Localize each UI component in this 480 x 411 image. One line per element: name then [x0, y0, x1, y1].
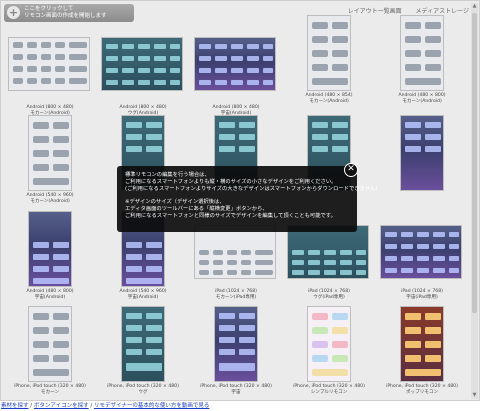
vertical-scrollbar[interactable]: ▲ ▼ [471, 3, 478, 399]
scroll-up-arrow[interactable]: ▲ [471, 3, 478, 10]
notice-line: ご利用になるスマートフォンよりも縦・横のサイズの小さなデザインをご利用ください。 [125, 179, 337, 185]
create-remote-label-2: リモコン画面の作成を開始します [24, 13, 107, 19]
layout-template[interactable]: iPhone, iPod touch (320 × 480) 宇宙 [192, 306, 280, 400]
template-thumbnail [121, 306, 165, 382]
layout-template[interactable]: iPhone, iPod touch (320 × 480) ポップリモコン [378, 306, 466, 400]
layout-template[interactable]: Android (480 × 800) 宇宙(Android) [6, 211, 94, 306]
template-caption: iPhone, iPod touch (320 × 480) ポップリモコン [386, 384, 458, 395]
layout-template[interactable]: iPhone, iPod touch (320 × 480) ウグ [99, 306, 187, 400]
template-caption: iPhone, iPod touch (320 × 480) 宇宙 [200, 384, 272, 395]
template-thumbnail [101, 37, 183, 91]
notice-line: (ご利用になるスマートフォンよりサイズの大きなデザインはスマートフォンからダウン… [125, 186, 378, 192]
template-thumbnail [307, 15, 351, 91]
template-thumbnail [400, 15, 444, 91]
layout-template[interactable]: Android (800 × 480) モカーン(Android) [6, 27, 94, 122]
template-thumbnail [194, 225, 276, 279]
template-caption: iPhone, iPod touch (320 × 480) シンプルリモコン [293, 384, 365, 395]
layout-template[interactable] [378, 115, 466, 210]
template-caption: iPad (1024 × 768) モカーン(iPad専用) [215, 289, 257, 300]
template-thumbnail [8, 37, 90, 91]
create-remote-label-1: ここをクリックして [24, 6, 74, 12]
close-icon[interactable]: ✕ [344, 163, 358, 177]
template-caption: Android (540 × 960) モカーン(Android) [26, 193, 74, 204]
template-caption: Android (480 × 854) モカーン(Android) [305, 93, 353, 104]
notice-line: ※デザインのサイズ（デザイン選択後は、 [125, 199, 225, 205]
top-tabs: レイアウト一覧画面 メディアストレージ [336, 6, 469, 15]
layout-template[interactable]: Android (800 × 480) 宇宙(Android) [192, 27, 280, 122]
layout-template[interactable]: iPad (1024 × 768) 宇宙(iPad専用) [378, 211, 466, 306]
template-caption: Android (480 × 800) 宇宙(Android) [26, 289, 74, 300]
template-thumbnail [287, 225, 369, 279]
template-caption: Android (540 × 960) 宇宙(Android) [119, 289, 167, 300]
template-thumbnail [194, 37, 276, 91]
layout-list-panel: + ここをクリックして リモコン画面の作成を開始します レイアウト一覧画面 メデ… [0, 0, 480, 401]
tab-layout-list[interactable]: レイアウト一覧画面 [348, 8, 402, 15]
layout-template[interactable]: Android (540 × 960) モカーン(Android) [6, 115, 94, 210]
template-caption: Android (480 × 800) モカーン(Android) [398, 93, 446, 104]
tab-media-storage[interactable]: メディアストレージ [416, 8, 469, 15]
template-thumbnail [307, 306, 351, 382]
find-button-icons-link[interactable]: ボタンアイコンを探す [34, 403, 89, 409]
template-caption: iPad (1024 × 768) 宇宙(iPad専用) [401, 289, 443, 300]
create-remote-button[interactable]: + ここをクリックして リモコン画面の作成を開始します [4, 4, 134, 22]
layout-template[interactable]: Android (480 × 854) モカーン(Android) [285, 15, 373, 110]
notice-line: ご利用になるスマートフォンと同様のサイズでデザインを編集して頂くことも可能です。 [125, 213, 336, 219]
layout-template[interactable]: Android (480 × 800) モカーン(Android) [378, 15, 466, 110]
template-thumbnail [28, 306, 72, 382]
footer-links: 素材を探す / ボタンアイコンを探す / リモデザイナーの基本的な使い方を動画で… [1, 403, 210, 409]
template-thumbnail [28, 115, 72, 191]
template-caption: iPhone, iPod touch (320 × 480) モカーン [14, 384, 86, 395]
template-thumbnail [380, 225, 462, 279]
template-thumbnail [214, 306, 258, 382]
notice-line: エディタ画面のツールバーにある「縦横変更」ボタンから、 [125, 206, 268, 212]
template-thumbnail [28, 211, 72, 287]
find-materials-link[interactable]: 素材を探す [1, 403, 29, 409]
template-thumbnail [400, 306, 444, 382]
notice-line: 標準リモコンの編集を行う場合は、 [125, 172, 210, 178]
scroll-thumb[interactable] [472, 13, 477, 313]
layout-template[interactable]: iPhone, iPod touch (320 × 480) シンプルリモコン [285, 306, 373, 400]
template-caption: iPad (1024 × 768) ウグ(iPad専用) [308, 289, 350, 300]
layout-template[interactable]: Android (800 × 480) ウグ(Android) [99, 27, 187, 122]
layout-template[interactable]: iPhone, iPod touch (320 × 480) モカーン [6, 306, 94, 400]
template-thumbnail [400, 115, 444, 191]
template-caption: iPhone, iPod touch (320 × 480) ウグ [107, 384, 179, 395]
size-notice-popup: 標準リモコンの編集を行う場合は、 ご利用になるスマートフォンよりも縦・横のサイズ… [117, 163, 378, 232]
tutorial-video-link[interactable]: リモデザイナーの基本的な使い方を動画で見る [94, 403, 209, 409]
scroll-down-arrow[interactable]: ▼ [471, 392, 478, 399]
plus-icon: + [7, 6, 20, 19]
